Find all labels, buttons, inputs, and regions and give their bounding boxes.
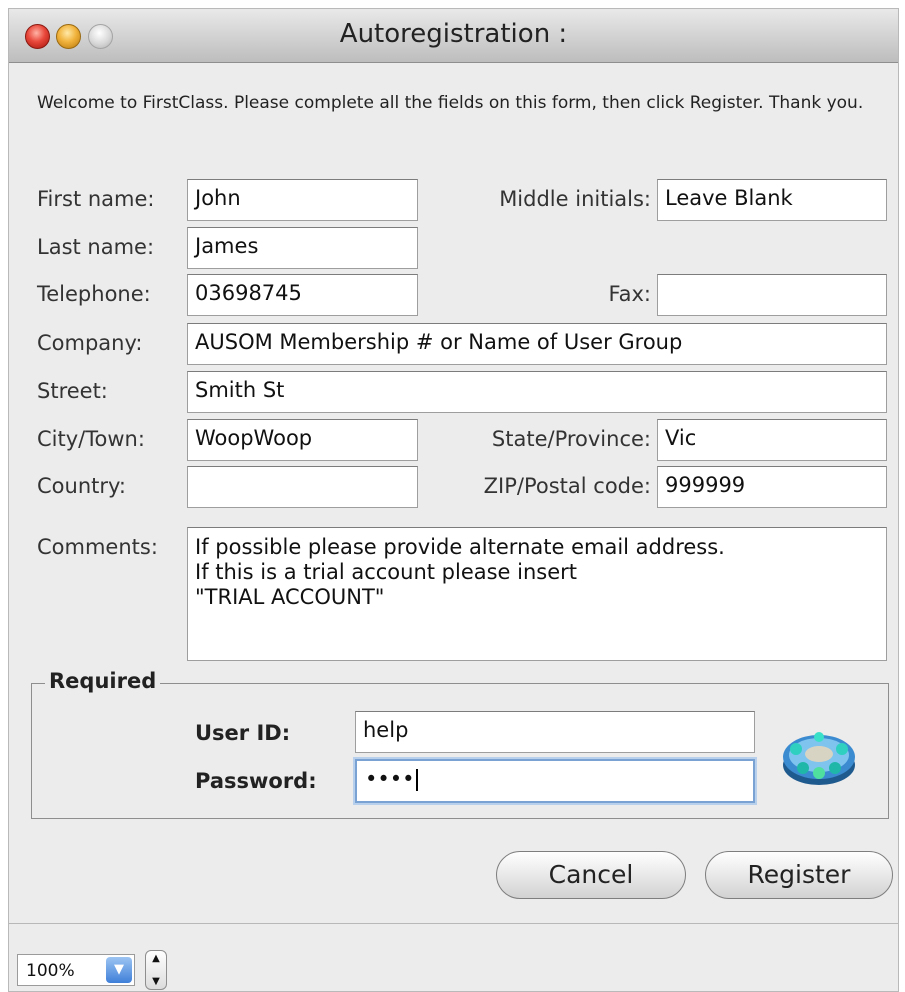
zoom-value: 100%: [26, 961, 75, 981]
comments-label: Comments:: [37, 535, 158, 559]
zip-field[interactable]: 999999: [657, 466, 887, 508]
zoom-stepper[interactable]: ▲ ▼: [145, 950, 167, 990]
user-id-label: User ID:: [195, 721, 291, 745]
password-label: Password:: [195, 769, 317, 793]
comments-field[interactable]: If possible please provide alternate ema…: [187, 527, 887, 661]
autoregistration-window: Autoregistration : Welcome to FirstClass…: [8, 8, 899, 992]
state-field[interactable]: Vic: [657, 419, 887, 461]
street-label: Street:: [37, 379, 108, 403]
first-name-label: First name:: [37, 187, 155, 211]
company-label: Company:: [37, 331, 143, 355]
form-content: Welcome to FirstClass. Please complete a…: [9, 63, 898, 923]
telephone-field[interactable]: 03698745: [187, 274, 418, 316]
zip-label: ZIP/Postal code:: [483, 474, 651, 498]
zoom-select[interactable]: 100% ▼: [17, 954, 135, 986]
title-bar[interactable]: Autoregistration :: [9, 9, 898, 63]
required-group-title: Required: [45, 669, 161, 693]
window-title: Autoregistration :: [339, 19, 568, 49]
street-field[interactable]: Smith St: [187, 371, 887, 413]
user-id-field[interactable]: help: [355, 711, 755, 753]
status-bar: 100% ▼ ▲ ▼: [9, 923, 898, 991]
city-field[interactable]: WoopWoop: [187, 419, 418, 461]
country-field[interactable]: [187, 466, 418, 508]
middle-initials-field[interactable]: Leave Blank: [657, 179, 887, 221]
last-name-field[interactable]: James: [187, 227, 418, 269]
chevron-down-icon[interactable]: ▼: [106, 957, 132, 983]
company-field[interactable]: AUSOM Membership # or Name of User Group: [187, 323, 887, 365]
state-label: State/Province:: [491, 427, 651, 451]
fax-field[interactable]: [657, 274, 887, 316]
first-name-field[interactable]: John: [187, 179, 418, 221]
middle-initials-label: Middle initials:: [499, 187, 651, 211]
country-label: Country:: [37, 474, 126, 498]
city-label: City/Town:: [37, 427, 145, 451]
stepper-down-icon[interactable]: ▼: [146, 976, 166, 987]
telephone-label: Telephone:: [37, 282, 151, 306]
text-caret: [415, 769, 418, 791]
register-button[interactable]: Register: [705, 851, 893, 899]
firstclass-app-icon: [783, 732, 855, 785]
password-masked-value: ••••: [365, 767, 415, 791]
intro-text: Welcome to FirstClass. Please complete a…: [37, 93, 864, 113]
password-field[interactable]: ••••: [355, 759, 755, 803]
stepper-up-icon[interactable]: ▲: [146, 953, 166, 964]
last-name-label: Last name:: [37, 235, 155, 259]
cancel-button[interactable]: Cancel: [496, 851, 686, 899]
fax-label: Fax:: [608, 282, 651, 306]
